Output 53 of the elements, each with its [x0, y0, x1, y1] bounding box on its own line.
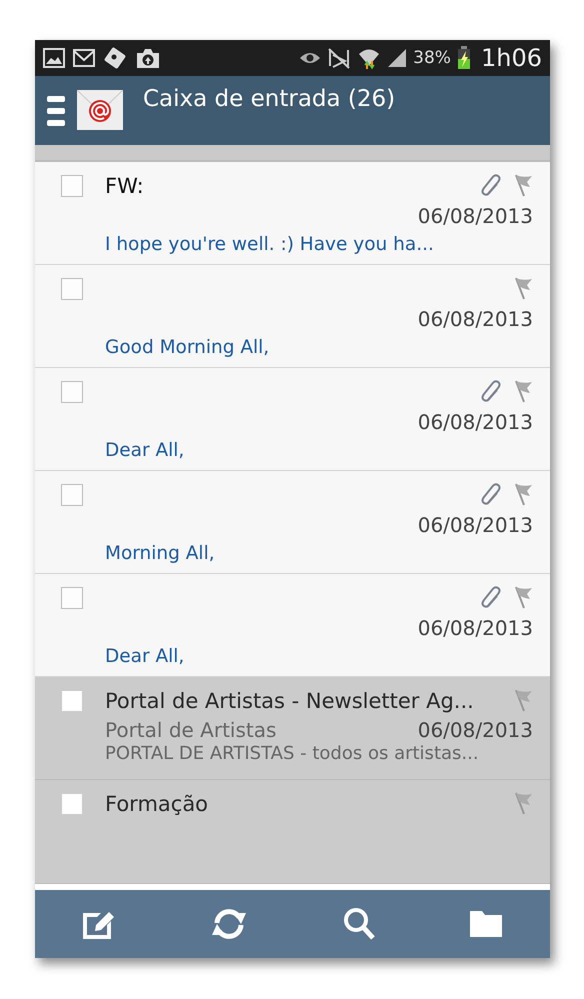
email-date: 06/08/2013: [418, 204, 533, 228]
screen-title: Caixa de entrada (26): [143, 86, 396, 112]
flag-icon[interactable]: [513, 586, 533, 610]
email-date: 06/08/2013: [418, 513, 533, 537]
email-date: 06/08/2013: [418, 718, 533, 742]
folder-icon: [470, 911, 502, 937]
search-icon: [343, 907, 376, 941]
mail-icon: [73, 49, 95, 67]
email-preview: I hope you're well. :) Have you ha...: [105, 234, 435, 255]
email-subject: Portal de Artistas - Newsletter Ag...: [105, 689, 475, 713]
email-preview: Dear All,: [105, 440, 186, 461]
checkbox[interactable]: [61, 484, 83, 506]
email-app-icon[interactable]: [77, 90, 123, 130]
muted-notification-icon: [327, 47, 352, 69]
email-list-item[interactable]: 06/08/2013 Good Morning All,: [35, 265, 550, 368]
picture-icon: [43, 48, 65, 68]
email-list-item[interactable]: 06/08/2013 Dear All,: [35, 574, 550, 677]
flag-icon[interactable]: [513, 689, 533, 713]
eye-icon: [299, 51, 322, 65]
checkbox[interactable]: [61, 175, 83, 197]
menu-icon[interactable]: [47, 94, 65, 128]
compose-icon: [82, 909, 115, 939]
battery-percentage: 38%: [413, 48, 451, 68]
email-preview: Good Morning All,: [105, 337, 270, 358]
email-sender: Portal de Artistas: [105, 718, 276, 742]
email-list-item[interactable]: Portal de Artistas - Newsletter Ag... Portal de Artistas 06/08/2013 PORTAL DE ARTISTAS - todos os artistas...: [35, 677, 550, 780]
email-list-item[interactable]: Formação: [35, 780, 550, 884]
email-list-item[interactable]: FW: 06/08/2013 I hope you're well. :) Have you ha...: [35, 162, 550, 265]
checkbox[interactable]: [61, 587, 83, 609]
checkbox[interactable]: [61, 690, 83, 712]
checkbox[interactable]: [61, 278, 83, 300]
email-subject: Formação: [105, 792, 210, 816]
checkbox[interactable]: [61, 381, 83, 403]
flag-icon[interactable]: [513, 174, 533, 198]
flag-icon[interactable]: [513, 380, 533, 404]
checkbox[interactable]: [61, 793, 83, 815]
email-subject: FW:: [105, 174, 145, 198]
email-list-item[interactable]: 06/08/2013 Dear All,: [35, 368, 550, 471]
refresh-icon: [210, 907, 248, 941]
email-preview: Morning All,: [105, 543, 216, 564]
flag-icon[interactable]: [513, 792, 533, 816]
email-preview: PORTAL DE ARTISTAS - todos os artistas...: [105, 743, 480, 764]
flag-icon[interactable]: [513, 277, 533, 301]
clock-time: 1h06: [480, 44, 542, 72]
email-date: 06/08/2013: [418, 307, 533, 331]
battery-charging-icon: [456, 46, 471, 70]
signal-icon: [387, 48, 408, 68]
email-list-item[interactable]: 06/08/2013 Morning All,: [35, 471, 550, 574]
email-date: 06/08/2013: [418, 410, 533, 434]
email-preview: Dear All,: [105, 646, 186, 667]
flag-icon[interactable]: [513, 483, 533, 507]
email-date: 06/08/2013: [418, 616, 533, 640]
camera-icon: [135, 47, 161, 69]
